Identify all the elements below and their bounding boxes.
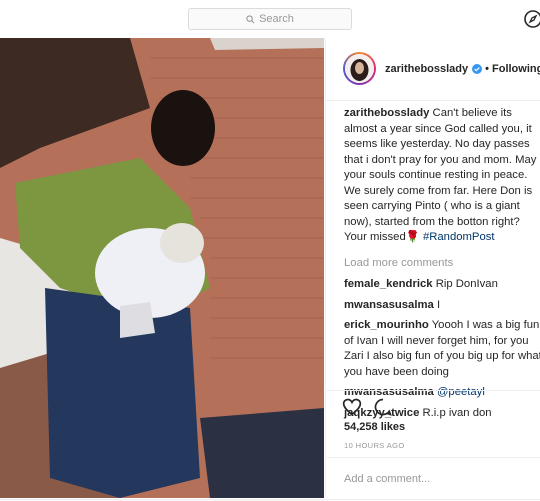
following-button[interactable]: Following <box>492 63 540 75</box>
post-timestamp: 10 HOURS AGO <box>344 441 405 450</box>
post-photo[interactable] <box>0 38 324 498</box>
compass-icon[interactable] <box>523 9 540 29</box>
heart-icon[interactable] <box>342 397 362 417</box>
comment-item: erick_mourinho Yoooh I was a big fun of … <box>344 318 540 380</box>
load-more-comments-button[interactable]: Load more comments <box>344 256 540 272</box>
post-header: zarithebosslady • Following <box>326 38 540 101</box>
caption-username[interactable]: zarithebosslady <box>344 107 429 119</box>
verified-icon <box>472 64 483 74</box>
search-input[interactable]: Search <box>188 8 352 30</box>
comment-icon[interactable] <box>373 397 393 417</box>
comment-item: female_kendrick Rip DonIvan <box>344 277 540 293</box>
search-placeholder: Search <box>259 13 294 25</box>
likes-count[interactable]: 54,258 likes <box>344 421 405 433</box>
avatar[interactable] <box>343 52 376 85</box>
caption-text: Can't believe its almost a year since Go… <box>344 107 537 243</box>
header-user-row: zarithebosslady • Following <box>385 63 540 75</box>
add-comment-field[interactable]: Add a comment... <box>326 457 540 500</box>
comment-username[interactable]: female_kendrick <box>344 278 433 290</box>
top-navigation-bar: Search <box>0 0 540 38</box>
comment-item: mwansasusalma I <box>344 298 540 314</box>
separator-dot: • <box>485 63 489 75</box>
comments-list: zarithebosslady Can't believe its almost… <box>344 106 540 426</box>
post-details-panel: zarithebosslady • Following zarithebossl… <box>325 38 540 498</box>
comment-username[interactable]: mwansasusalma <box>344 299 434 311</box>
caption: zarithebosslady Can't believe its almost… <box>344 106 540 246</box>
hashtag-link[interactable]: #RandomPost <box>423 231 495 243</box>
author-username[interactable]: zarithebosslady <box>385 63 468 75</box>
add-comment-placeholder: Add a comment... <box>344 473 431 485</box>
comment-username[interactable]: erick_mourinho <box>344 319 429 331</box>
search-icon <box>246 14 255 23</box>
comment-text: I <box>436 298 441 311</box>
post-actions: 54,258 likes 10 HOURS AGO Add a comment.… <box>326 390 540 499</box>
comment-text: Rip DonIvan <box>435 278 498 290</box>
